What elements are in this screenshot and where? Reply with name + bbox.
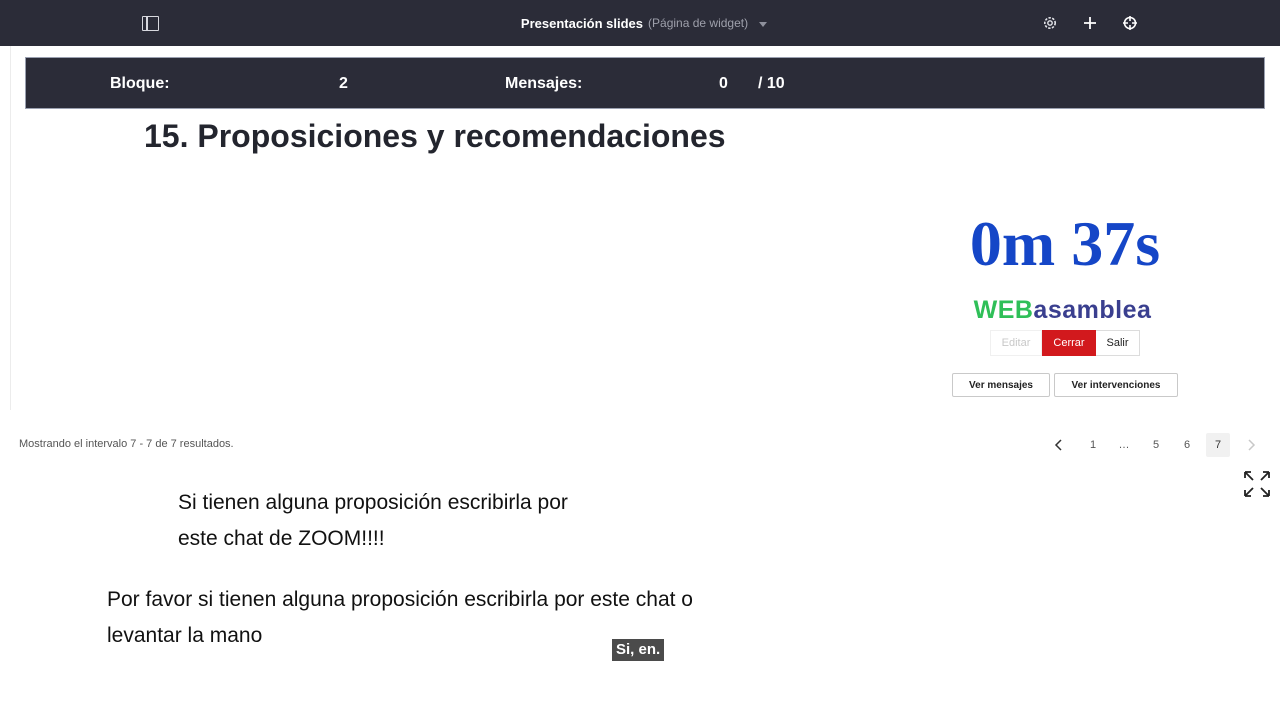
crosshair-icon[interactable] — [1121, 14, 1139, 32]
live-subtitle: Si, en. — [612, 639, 665, 661]
messages-total: / 10 — [758, 75, 785, 92]
session-actions: Editar Cerrar Salir — [990, 330, 1140, 356]
exit-button[interactable]: Salir — [1096, 330, 1140, 356]
expand-icon[interactable] — [1242, 469, 1272, 499]
app-title: Presentación slides — [520, 15, 644, 31]
status-bar: Bloque: 2 Mensajes: 0 / 10 — [25, 57, 1265, 109]
page-link-1[interactable]: 1 — [1082, 433, 1104, 457]
slide-heading: 15. Proposiciones y recomendaciones — [144, 118, 726, 154]
results-summary: Mostrando el intervalo 7 - 7 de 7 result… — [19, 438, 234, 450]
messages-label: Mensajes: — [505, 75, 583, 92]
messages-value: 0 — [719, 75, 728, 92]
page-link-6[interactable]: 6 — [1176, 433, 1198, 457]
block-label: Bloque: — [110, 75, 170, 92]
caption-line: este chat de ZOOM!!!! — [178, 527, 385, 550]
gear-icon[interactable] — [1041, 14, 1059, 32]
plus-icon[interactable] — [1081, 14, 1099, 32]
page-link-5[interactable]: 5 — [1145, 433, 1167, 457]
close-button[interactable]: Cerrar — [1042, 330, 1096, 356]
logo-asamblea: asamblea — [1033, 296, 1152, 324]
block-value: 2 — [339, 75, 348, 92]
countdown-timer: 0m 37s — [969, 208, 1161, 279]
caption-line: levantar la mano — [107, 624, 263, 647]
logo-web: WEB — [973, 296, 1034, 324]
chevron-down-icon — [759, 21, 768, 27]
edit-button[interactable]: Editar — [990, 330, 1042, 356]
chevron-left-icon[interactable] — [1048, 433, 1070, 457]
view-interventions-button[interactable]: Ver intervenciones — [1054, 373, 1178, 397]
caption-line: Si tienen alguna proposición escribirla … — [178, 491, 568, 514]
page-link-7-current[interactable]: 7 — [1206, 433, 1230, 457]
caption-line: Por favor si tienen alguna proposición e… — [107, 588, 693, 611]
chevron-right-icon[interactable] — [1240, 433, 1262, 457]
caption-block-2: Por favor si tienen alguna proposición e… — [107, 582, 693, 654]
view-messages-button[interactable]: Ver mensajes — [952, 373, 1050, 397]
caption-block-1: Si tienen alguna proposición escribirla … — [178, 485, 568, 557]
app-subtitle: (Página de widget) — [648, 16, 749, 30]
webasamblea-logo: WEBasamblea — [940, 296, 1185, 325]
page-ellipsis: … — [1118, 439, 1130, 451]
